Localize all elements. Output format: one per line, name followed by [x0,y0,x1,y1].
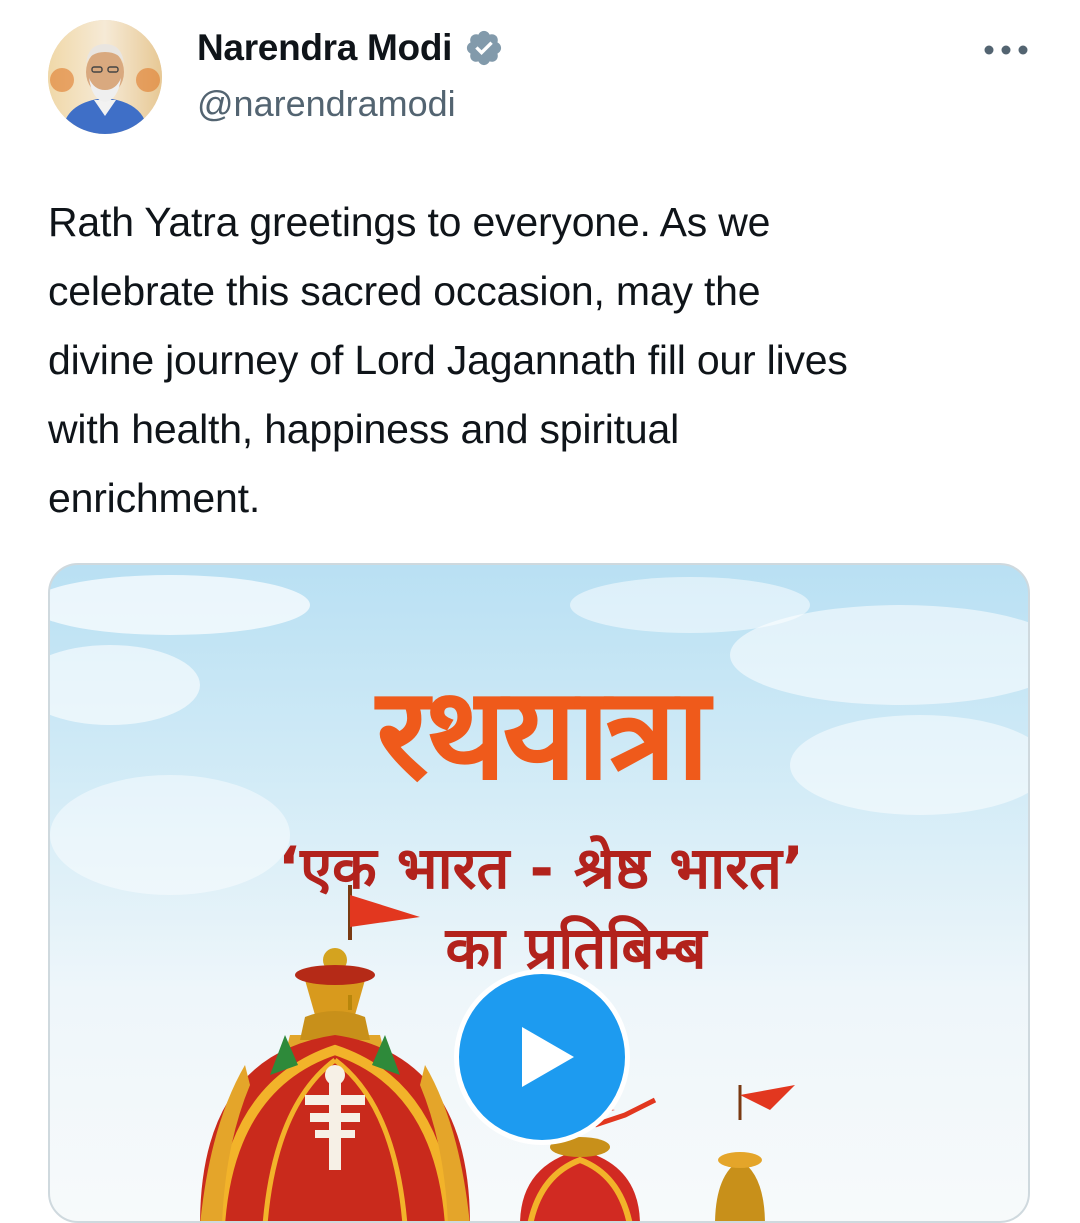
tweet-header: Narendra Modi @narendramodi [0,0,1080,150]
more-options-button[interactable] [976,32,1036,68]
author-avatar[interactable] [48,20,162,134]
media-subtitle-line1: ‘एक भारत - श्रेष्ठ भारत’ [278,834,804,902]
verified-badge-icon [464,28,504,68]
media-title-hindi: रथयात्रा [376,660,709,809]
more-options-icon [984,45,1028,55]
author-name-row[interactable]: Narendra Modi [197,26,504,70]
author-handle[interactable]: @narendramodi [197,83,456,125]
play-video-button[interactable] [454,969,630,1145]
author-name[interactable]: Narendra Modi [197,27,452,69]
media-video-card[interactable]: रथयात्रा ‘एक भारत - श्रेष्ठ भारत’ का प्र… [48,563,1030,1223]
play-icon [522,1027,574,1087]
tweet-text: Rath Yatra greetings to everyone. As we … [48,199,848,521]
